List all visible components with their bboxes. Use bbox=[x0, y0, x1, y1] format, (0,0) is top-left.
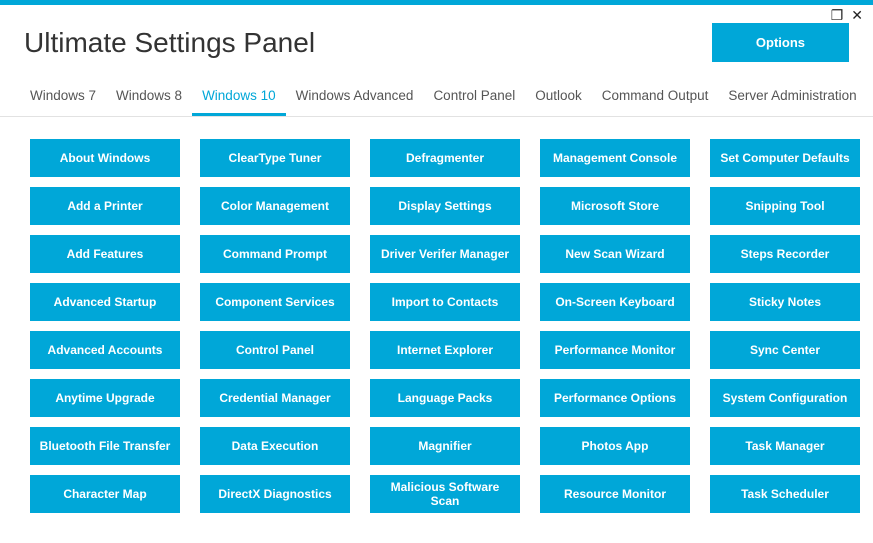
tile-management-console[interactable]: Management Console bbox=[540, 139, 690, 177]
window-controls: ❐ ✕ bbox=[831, 8, 863, 22]
restore-icon[interactable]: ❐ bbox=[831, 8, 844, 22]
tile-set-computer-defaults[interactable]: Set Computer Defaults bbox=[710, 139, 860, 177]
tab-control-panel[interactable]: Control Panel bbox=[423, 80, 525, 116]
tab-windows-10[interactable]: Windows 10 bbox=[192, 80, 286, 116]
tile-advanced-accounts[interactable]: Advanced Accounts bbox=[30, 331, 180, 369]
tile-sync-center[interactable]: Sync Center bbox=[710, 331, 860, 369]
tab-server-administration[interactable]: Server Administration bbox=[718, 80, 866, 116]
tile-microsoft-store[interactable]: Microsoft Store bbox=[540, 187, 690, 225]
tile-task-scheduler[interactable]: Task Scheduler bbox=[710, 475, 860, 513]
tile-character-map[interactable]: Character Map bbox=[30, 475, 180, 513]
tile-driver-verifer-manager[interactable]: Driver Verifer Manager bbox=[370, 235, 520, 273]
tile-language-packs[interactable]: Language Packs bbox=[370, 379, 520, 417]
tile-bluetooth-file-transfer[interactable]: Bluetooth File Transfer bbox=[30, 427, 180, 465]
tab-command-output[interactable]: Command Output bbox=[592, 80, 719, 116]
tile-command-prompt[interactable]: Command Prompt bbox=[200, 235, 350, 273]
close-icon[interactable]: ✕ bbox=[851, 8, 863, 22]
tile-credential-manager[interactable]: Credential Manager bbox=[200, 379, 350, 417]
tab-bar: Windows 7Windows 8Windows 10Windows Adva… bbox=[0, 80, 873, 117]
tile-performance-options[interactable]: Performance Options bbox=[540, 379, 690, 417]
tile-add-features[interactable]: Add Features bbox=[30, 235, 180, 273]
tile-directx-diagnostics[interactable]: DirectX Diagnostics bbox=[200, 475, 350, 513]
tile-anytime-upgrade[interactable]: Anytime Upgrade bbox=[30, 379, 180, 417]
tile-steps-recorder[interactable]: Steps Recorder bbox=[710, 235, 860, 273]
options-button[interactable]: Options bbox=[712, 23, 849, 62]
tile-color-management[interactable]: Color Management bbox=[200, 187, 350, 225]
tab-windows-advanced[interactable]: Windows Advanced bbox=[286, 80, 424, 116]
tile-sticky-notes[interactable]: Sticky Notes bbox=[710, 283, 860, 321]
tile-new-scan-wizard[interactable]: New Scan Wizard bbox=[540, 235, 690, 273]
tile-add-a-printer[interactable]: Add a Printer bbox=[30, 187, 180, 225]
tile-magnifier[interactable]: Magnifier bbox=[370, 427, 520, 465]
tile-grid: About Windows ClearType Tuner Defragmenter… bbox=[0, 117, 873, 531]
header: Ultimate Settings Panel Options bbox=[0, 5, 873, 74]
tile-photos-app[interactable]: Photos App bbox=[540, 427, 690, 465]
tile-system-configuration[interactable]: System Configuration bbox=[710, 379, 860, 417]
tile-import-to-contacts[interactable]: Import to Contacts bbox=[370, 283, 520, 321]
tile-task-manager[interactable]: Task Manager bbox=[710, 427, 860, 465]
tile-data-execution[interactable]: Data Execution bbox=[200, 427, 350, 465]
tile-defragmenter[interactable]: Defragmenter bbox=[370, 139, 520, 177]
tile-component-services[interactable]: Component Services bbox=[200, 283, 350, 321]
tile-control-panel[interactable]: Control Panel bbox=[200, 331, 350, 369]
tab-powershell[interactable]: Powershell bbox=[867, 80, 873, 116]
tile-cleartype-tuner[interactable]: ClearType Tuner bbox=[200, 139, 350, 177]
page-title: Ultimate Settings Panel bbox=[24, 27, 315, 59]
tab-outlook[interactable]: Outlook bbox=[525, 80, 592, 116]
tile-resource-monitor[interactable]: Resource Monitor bbox=[540, 475, 690, 513]
tile-advanced-startup[interactable]: Advanced Startup bbox=[30, 283, 180, 321]
tile-internet-explorer[interactable]: Internet Explorer bbox=[370, 331, 520, 369]
tile-performance-monitor[interactable]: Performance Monitor bbox=[540, 331, 690, 369]
tile-about-windows[interactable]: About Windows bbox=[30, 139, 180, 177]
tile-snipping-tool[interactable]: Snipping Tool bbox=[710, 187, 860, 225]
tab-windows-7[interactable]: Windows 7 bbox=[20, 80, 106, 116]
tile-on-screen-keyboard[interactable]: On-Screen Keyboard bbox=[540, 283, 690, 321]
tab-windows-8[interactable]: Windows 8 bbox=[106, 80, 192, 116]
tile-display-settings[interactable]: Display Settings bbox=[370, 187, 520, 225]
tile-malicious-software-scan[interactable]: Malicious Software Scan bbox=[370, 475, 520, 513]
